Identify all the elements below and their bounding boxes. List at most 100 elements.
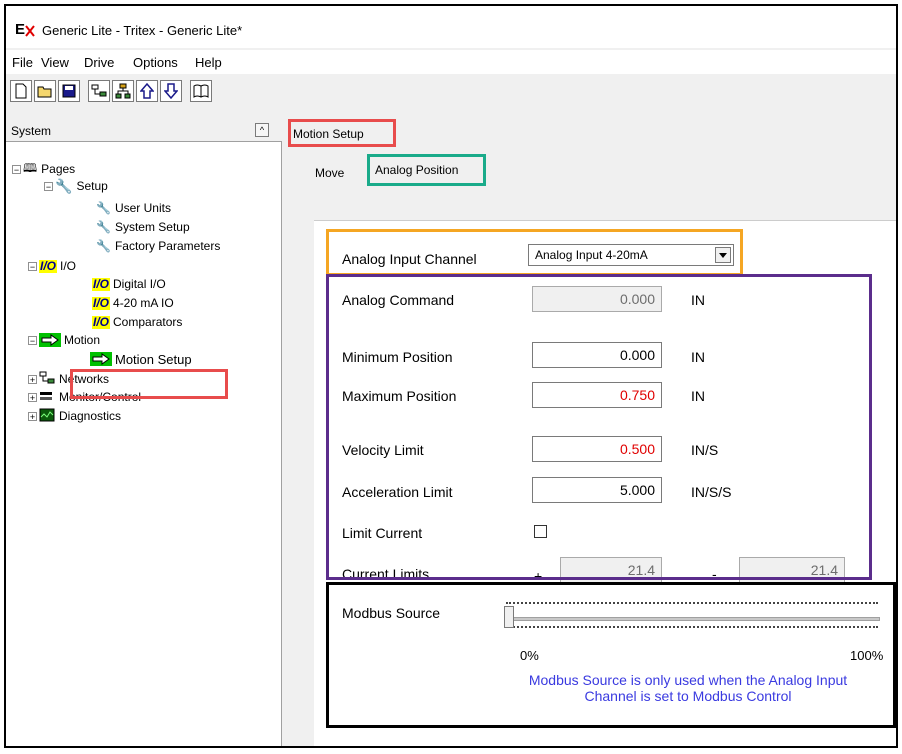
menu-help[interactable]: Help [195,55,222,70]
tree-item-4-20ma-io[interactable]: I/O 4-20 mA IO [92,294,174,312]
analog-input-channel-label: Analog Input Channel [342,251,477,267]
modbus-source-slider[interactable] [504,600,884,630]
io-icon: I/O [92,314,111,329]
tree-label: Pages [41,162,76,176]
diagnostics-icon [39,408,55,425]
tree-label: Comparators [113,315,183,329]
svg-text:E: E [15,21,25,38]
tree-label: I/O [60,259,77,273]
chevron-down-icon[interactable] [715,247,731,263]
book-icon: 🕮 [23,160,38,175]
analog-command-label: Analog Command [342,292,455,308]
tree-label: Motion Setup [115,351,192,367]
minimum-position-input[interactable]: 0.000 [532,342,662,368]
tree-label: Diagnostics [59,409,122,423]
maximum-position-label: Maximum Position [342,388,457,404]
subtab-analog-position[interactable]: Analog Position [375,163,458,177]
io-icon: I/O [39,258,58,273]
collapse-icon[interactable]: − [28,261,37,271]
menu-drive[interactable]: Drive [84,55,114,70]
slider-min-label: 0% [520,648,539,663]
acceleration-limit-label: Acceleration Limit [342,484,453,500]
book-icon[interactable] [190,80,212,102]
wrench-icon: 🔧 [55,177,73,194]
expand-icon[interactable]: + [28,374,37,384]
tree-item-motion[interactable]: − Motion [28,331,100,349]
window-title: Generic Lite - Tritex - Generic Lite* [42,23,243,38]
menu-bar: File View Drive Options Help [6,50,896,74]
tree-item-networks[interactable]: + Networks [28,370,109,388]
acceleration-limit-input[interactable]: 5.000 [532,477,662,503]
modbus-source-label: Modbus Source [342,605,441,621]
minimum-position-label: Minimum Position [342,349,453,365]
application-window: E Generic Lite - Tritex - Generic Lite* … [4,4,898,748]
wrench-icon: 🔧 [96,220,111,234]
tree-label: System Setup [114,220,190,234]
tree-label: Motion [64,333,101,347]
tree-item-digital-io[interactable]: I/O Digital I/O [92,275,166,293]
title-bar: E Generic Lite - Tritex - Generic Lite* [6,6,896,48]
current-limit-plus-field: 21.4 [560,557,662,583]
current-limit-plus-sign: + [534,568,543,584]
menu-options[interactable]: Options [133,55,178,70]
download-icon[interactable] [160,80,182,102]
slider-max-label: 100% [850,648,884,663]
tree-item-setup[interactable]: − 🔧 Setup [44,177,108,195]
analog-command-field: 0.000 [532,286,662,312]
collapse-sidebar-button[interactable]: ^ [255,123,269,137]
network-icon[interactable] [88,80,110,102]
analog-input-channel-select[interactable]: Analog Input 4-20mA [528,244,734,266]
limit-current-label: Limit Current [342,525,423,541]
tree-item-motion-setup[interactable]: Motion Setup [90,350,192,368]
tree-item-monitor-control[interactable]: + Monitor/Control [28,388,141,406]
collapse-icon[interactable]: − [12,164,21,174]
new-file-icon[interactable] [10,80,32,102]
collapse-icon[interactable]: − [44,181,53,191]
open-folder-icon[interactable] [34,80,56,102]
collapse-icon[interactable]: − [28,335,37,345]
modbus-source-note: Modbus Source is only used when the Anal… [528,672,848,704]
tree-item-io[interactable]: − I/O I/O [28,257,76,275]
velocity-limit-input[interactable]: 0.500 [532,436,662,462]
tree-item-diagnostics[interactable]: + Diagnostics [28,407,121,425]
tree-item-factory-parameters[interactable]: 🔧 Factory Parameters [96,237,220,255]
current-limit-minus-field: 21.4 [739,557,845,583]
chevron-up-icon: ^ [259,125,265,135]
app-logo-icon: E [15,21,35,38]
upload-icon[interactable] [136,80,158,102]
velocity-limit-unit: IN/S [691,442,719,458]
maximum-position-input[interactable]: 0.750 [532,382,662,408]
minimum-position-unit: IN [691,349,705,365]
slider-ticks-top [506,602,878,606]
wrench-icon: 🔧 [96,239,111,253]
menu-file[interactable]: File [12,55,33,70]
tree-label: Factory Parameters [114,239,221,253]
slider-thumb[interactable] [504,606,514,628]
velocity-limit-label: Velocity Limit [342,442,424,458]
tree-item-pages[interactable]: − 🕮 Pages [12,160,75,178]
select-value: Analog Input 4-20mA [535,248,648,262]
motion-setup-content: Motion Setup Move Analog Position Analog… [284,119,896,746]
current-limit-minus-sign: - [712,566,717,582]
tree-item-user-units[interactable]: 🔧 User Units [96,199,171,217]
io-icon: I/O [92,295,111,310]
save-icon[interactable] [58,80,80,102]
sidebar-title: System [11,124,52,138]
limit-current-checkbox[interactable] [534,525,547,538]
network-tree-icon[interactable] [112,80,134,102]
slider-ticks-bottom [506,626,878,630]
tab-motion-setup[interactable]: Motion Setup [293,127,364,141]
maximum-position-unit: IN [691,388,705,404]
monitor-control-icon [39,390,55,405]
expand-icon[interactable]: + [28,392,37,402]
motion-arrow-icon [39,333,61,347]
slider-track [506,617,880,621]
subtab-move[interactable]: Move [315,166,344,180]
tree-item-comparators[interactable]: I/O Comparators [92,313,182,331]
toolbar [6,74,896,120]
wrench-icon: 🔧 [96,201,111,215]
network-icon [39,371,55,388]
tree-item-system-setup[interactable]: 🔧 System Setup [96,218,190,236]
menu-view[interactable]: View [41,55,69,70]
expand-icon[interactable]: + [28,411,37,421]
